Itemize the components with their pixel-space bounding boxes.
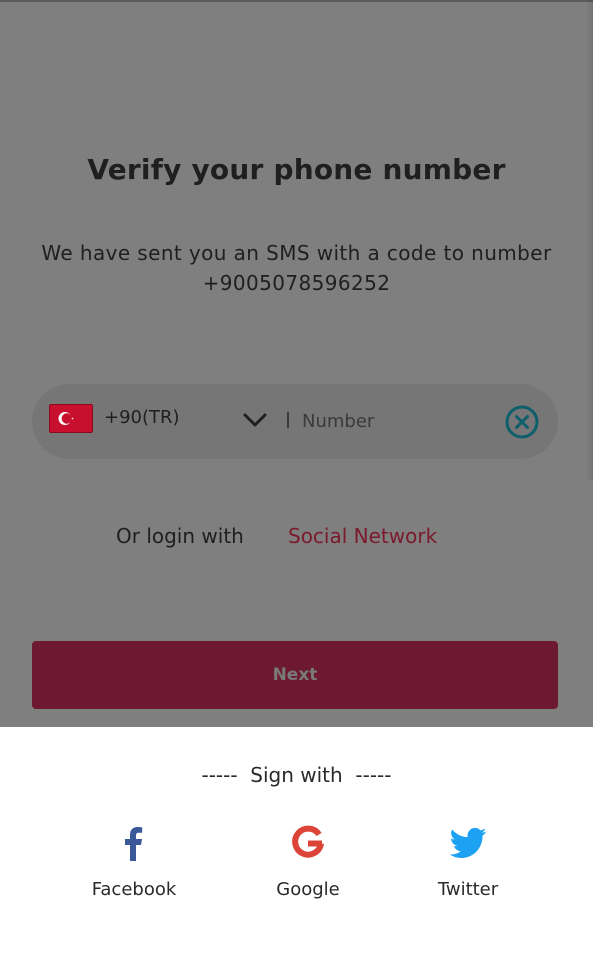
phone-number-input[interactable] [302,406,492,436]
sign-with-sheet: ----- Sign with ----- Facebook Google Tw… [0,727,593,957]
google-label: Google [276,879,340,900]
turkey-flag-icon[interactable] [49,404,93,433]
google-button[interactable]: Google [238,823,378,900]
facebook-button[interactable]: Facebook [64,823,204,900]
dimmed-background-overlay[interactable]: Verify your phone number We have sent yo… [0,0,593,727]
twitter-label: Twitter [437,879,499,900]
next-button[interactable]: Next [32,641,558,709]
sms-message: We have sent you an SMS with a code to n… [41,241,552,295]
twitter-icon [449,827,487,858]
text-cursor [287,412,289,428]
or-login-label: Or login with [116,524,244,548]
facebook-icon [125,827,143,861]
country-code[interactable]: +90(TR) [104,407,180,428]
clear-icon[interactable] [504,404,540,440]
google-icon [292,825,324,858]
chevron-down-icon[interactable] [242,411,268,429]
facebook-label: Facebook [91,879,177,900]
page-title: Verify your phone number [87,153,506,186]
social-network-link[interactable]: Social Network [288,524,437,548]
top-divider [0,0,593,2]
sign-with-heading: ----- Sign with ----- [201,763,392,787]
twitter-button[interactable]: Twitter [398,823,538,900]
phone-input-box: +90(TR) [32,384,558,459]
edge-shadow [586,0,593,480]
